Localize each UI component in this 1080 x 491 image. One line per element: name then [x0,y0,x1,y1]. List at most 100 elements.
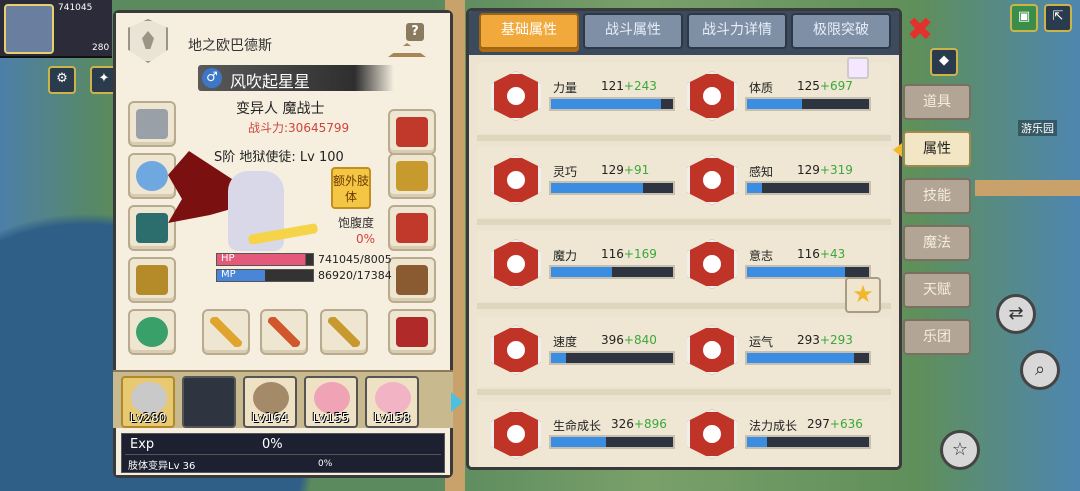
stat-bonus: +697 [819,79,853,93]
spear-icon [268,317,300,347]
combat-power: 战斗力:30645799 [248,121,350,135]
stat-name: 灵巧 [553,165,578,179]
stat-bonus: +43 [819,247,846,261]
stat-speed[interactable]: 速度 396+840 [491,321,681,381]
party-bar: Lv280 Lv164 Lv155 Lv158 [113,370,463,428]
extra-limb-button[interactable]: 额外肢体 [331,167,371,209]
clover-icon [687,325,737,375]
character-title: 地之欧巴德斯 [188,38,272,54]
help-icon[interactable]: ? [406,23,424,41]
male-icon: ♂ [202,68,222,88]
party-member[interactable] [182,376,236,428]
will-icon [687,239,737,289]
pet-slot[interactable] [388,309,436,355]
boots-icon [396,265,428,295]
party-next-arrow-icon[interactable] [451,392,463,412]
swap-icon[interactable]: ⇄ [996,294,1036,334]
swirl-icon [491,239,541,289]
mp-value: 86920/17384 [318,269,392,282]
party-member-level: Lv164 [251,411,289,425]
stat-progress-bar [745,435,871,449]
staff-icon [210,317,242,347]
party-member[interactable]: Lv158 [365,376,419,428]
expand-icon[interactable]: ⇱ [1044,4,1072,32]
close-icon[interactable]: ✖ [904,13,936,46]
stat-progress-fill [551,353,566,363]
weapon-slot-bow[interactable] [320,309,368,355]
search-icon[interactable]: ⌕ [1020,350,1060,390]
belt-slot[interactable] [388,205,436,251]
side-tab-1[interactable]: 属性 [893,131,971,167]
stat-progress-fill [551,99,661,109]
stat-name: 生命成长 [553,419,602,433]
stat-running[interactable]: 灵巧 129+91 [491,151,681,211]
stat-heart[interactable]: 生命成长 326+896 [491,405,681,465]
stat-name: 法力成长 [749,419,798,433]
breakthrough-star-icon[interactable]: ★ [845,277,881,313]
boots-slot[interactable] [388,257,436,303]
shoulder-slot[interactable] [388,153,436,199]
stat-value: 116+43 [797,247,845,261]
side-tab-0[interactable]: 道具 [903,84,971,120]
network-icon[interactable]: ▣ [1010,4,1038,32]
player-avatar[interactable] [4,4,54,54]
amusement-park-label: 游乐园 [1018,120,1057,136]
map-shortcut-icon[interactable]: ◆ [930,48,958,76]
stat-progress-fill [747,267,845,277]
side-tab-4[interactable]: 天赋 [903,272,971,308]
weapon-slot-staff[interactable] [202,309,250,355]
party-member-level: Lv158 [373,411,411,425]
stat-eye[interactable]: 感知 129+319 [687,151,877,211]
weapon-slot-spear[interactable] [260,309,308,355]
stat-base: 129 [797,163,820,177]
armor-icon [136,213,168,243]
ring-slot[interactable] [128,309,176,355]
party-member[interactable]: Lv164 [243,376,297,428]
stat-progress-fill [747,353,855,363]
party-member[interactable]: Lv280 [121,376,175,428]
stat-progress-bar [549,351,675,365]
side-tab-3[interactable]: 魔法 [903,225,971,261]
stat-clover[interactable]: 运气 293+293 [687,321,877,381]
party-member[interactable]: Lv155 [304,376,358,428]
icon-glyph [507,255,525,273]
stat-mana-growth[interactable]: 法力成长 297+636 [687,405,877,465]
wardrobe-button[interactable]: ? [388,23,428,63]
row-divider [477,303,891,309]
map-shortcut-icon[interactable]: ⚙ [48,66,76,94]
mini-hp: 741045 [58,3,93,13]
stat-progress-fill [551,183,643,193]
stat-base: 116 [797,247,820,261]
exp-value: 0% [262,437,283,452]
potion-icon[interactable] [847,57,869,79]
stat-base: 326 [611,417,634,431]
tab-1[interactable]: 战斗属性 [583,13,683,49]
mini-level: 280 [92,43,110,53]
icon-glyph [507,87,525,105]
player-mini-status[interactable]: 741045 280 [0,0,112,58]
stat-progress-bar [549,97,675,111]
limb-mutation-value: 0% [318,459,333,469]
accessory-slot[interactable] [388,109,436,155]
tab-2[interactable]: 战斗力详情 [687,13,787,49]
stat-name: 体质 [749,81,774,95]
row-divider [477,389,891,395]
emblem-accessory-icon [396,117,428,147]
stat-swirl[interactable]: 魔力 116+169 [491,235,681,295]
gauntlet-slot[interactable] [128,257,176,303]
stat-arm[interactable]: 力量 121+243 [491,67,681,127]
row-divider [477,219,891,225]
icon-glyph [507,425,525,443]
stat-bonus: +243 [623,79,657,93]
stat-value: 129+319 [797,163,853,177]
stat-value: 293+293 [797,333,853,347]
stat-base: 125 [797,79,820,93]
side-tab-2[interactable]: 技能 [903,178,971,214]
side-tab-5[interactable]: 乐团 [903,319,971,355]
tab-0[interactable]: 基础属性 [479,13,579,49]
tab-3[interactable]: 极限突破 [791,13,891,49]
stat-name: 魔力 [553,249,578,263]
star-menu-icon[interactable]: ☆ [940,430,980,470]
party-member-level: Lv280 [129,411,167,425]
stat-progress-fill [747,183,762,193]
